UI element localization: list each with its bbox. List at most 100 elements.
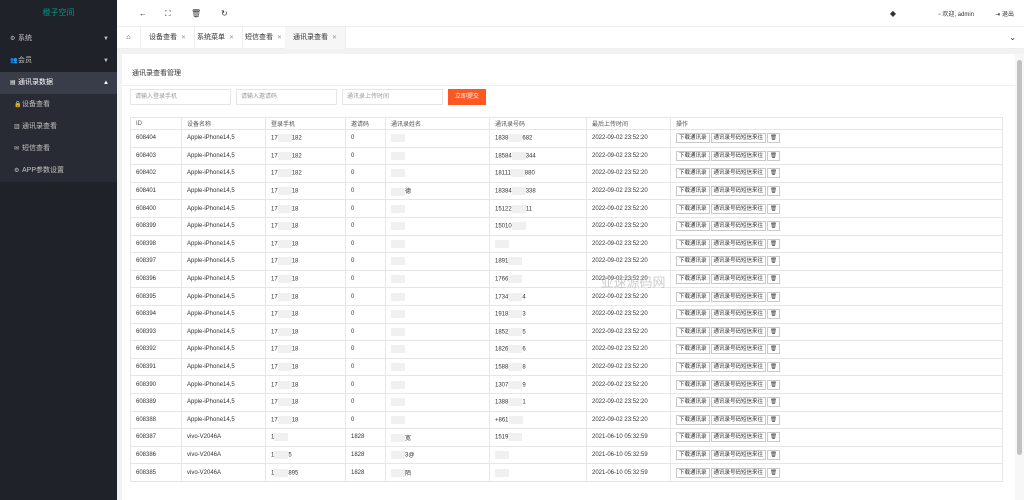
delete-button[interactable]: 🗑 [767,291,781,302]
contact-sms-button[interactable]: 通讯录号码短信来往 [710,467,767,478]
contact-sms-button[interactable]: 通讯录号码短信来往 [710,133,767,144]
contact-sms-button[interactable]: 通讯录号码短信来往 [710,256,767,267]
delete-button[interactable]: 🗑 [767,150,781,161]
contact-sms-button[interactable]: 通讯录号码短信来往 [710,186,767,197]
table-row: 608387 vivo-V2046A 1 1828 宽 1519 2021-06-10 05… [130,428,1003,447]
delete-button[interactable]: 🗑 [767,449,781,460]
table-cell: 德 [385,181,490,201]
download-contacts-button[interactable]: 下载通讯录 [676,133,710,144]
delete-button[interactable]: 🗑 [767,467,781,478]
close-icon[interactable]: ✕ [229,35,234,41]
tab-sms[interactable]: 短信查看 ✕ [237,27,292,49]
contact-sms-button[interactable]: 通讯录号码短信来往 [710,309,767,320]
tab-system-menu[interactable]: 系统菜单 ✕ [189,27,244,49]
sidebar-item-label: APP参数设置 [22,167,65,174]
download-contacts-button[interactable]: 下载通讯录 [676,256,710,267]
contact-sms-button[interactable]: 通讯录号码短信来往 [710,362,767,373]
contact-sms-button[interactable]: 通讯录号码短信来往 [710,168,767,179]
contact-sms-button[interactable]: 通讯录号码短信来往 [710,344,767,355]
scrollbar[interactable] [1015,54,1024,500]
download-contacts-button[interactable]: 下载通讯录 [676,221,710,232]
trash-icon[interactable]: 🗑 [191,9,201,18]
sidebar-item-members[interactable]: 👥会员 ▼ [0,50,117,72]
download-contacts-button[interactable]: 下载通讯录 [676,291,710,302]
download-contacts-button[interactable]: 下载通讯录 [676,203,710,214]
contact-sms-button[interactable]: 通讯录号码短信来往 [710,449,767,460]
delete-button[interactable]: 🗑 [767,203,781,214]
chevron-down-icon[interactable]: ⌄ [1009,33,1016,42]
download-contacts-button[interactable]: 下载通讯录 [676,274,710,285]
contact-sms-button[interactable]: 通讯录号码短信来往 [710,221,767,232]
download-contacts-button[interactable]: 下载通讯录 [676,432,710,443]
search-invite-input[interactable]: 请输入邀请码 [236,89,337,105]
user-menu[interactable]: ▫ 欢迎, admin [939,9,975,18]
delete-button[interactable]: 🗑 [767,362,781,373]
delete-button[interactable]: 🗑 [767,397,781,408]
sidebar-subitem-app-settings[interactable]: ⚙ APP参数设置 [0,160,117,182]
arrow-left-icon[interactable]: ← [139,9,147,18]
submit-button[interactable]: 立即提交 [448,89,486,105]
delete-button[interactable]: 🗑 [767,414,781,425]
contact-sms-button[interactable]: 通讯录号码短信来往 [710,291,767,302]
download-contacts-button[interactable]: 下载通讯录 [676,344,710,355]
download-contacts-button[interactable]: 下载通讯录 [676,238,710,249]
download-contacts-button[interactable]: 下载通讯录 [676,309,710,320]
close-icon[interactable]: ✕ [332,35,337,41]
contact-sms-button[interactable]: 通讯录号码短信来往 [710,326,767,337]
delete-button[interactable]: 🗑 [767,168,781,179]
table-cell [385,199,490,218]
refresh-icon[interactable]: ↻ [221,9,228,18]
table-cell: 1 895 [265,463,346,482]
delete-button[interactable]: 🗑 [767,344,781,355]
delete-button[interactable]: 🗑 [767,133,781,144]
delete-button[interactable]: 🗑 [767,309,781,320]
contact-sms-button[interactable]: 通讯录号码短信来往 [710,379,767,390]
download-contacts-button[interactable]: 下载通讯录 [676,362,710,373]
sidebar-item-contacts-data[interactable]: ▤ 通讯录数据 ▲ [0,72,117,94]
search-time-input[interactable]: 通讯录上传时间 [342,89,443,105]
delete-button[interactable]: 🗑 [767,221,781,232]
contact-sms-button[interactable]: 通讯录号码短信来往 [710,150,767,161]
search-phone-input[interactable]: 请输入登录手机 [130,89,231,105]
sidebar-subitem-device[interactable]: 🔒设备查看 [0,94,117,116]
logout-link[interactable]: ⇥ 退出 [995,9,1014,18]
close-icon[interactable]: ✕ [277,35,282,41]
download-contacts-button[interactable]: 下载通讯录 [676,168,710,179]
contact-sms-button[interactable]: 通讯录号码短信来往 [710,238,767,249]
sidebar-item-system[interactable]: ⚙ 系统 ▼ [0,28,117,50]
contact-sms-button[interactable]: 通讯录号码短信来往 [710,203,767,214]
download-contacts-button[interactable]: 下载通讯录 [676,326,710,337]
delete-button[interactable]: 🗑 [767,238,781,249]
contact-sms-button[interactable]: 通讯录号码短信来往 [710,432,767,443]
tag-icon[interactable]: ◆ [890,9,896,18]
delete-button[interactable]: 🗑 [767,186,781,197]
download-contacts-button[interactable]: 下载通讯录 [676,414,710,425]
table-cell: 0 [345,357,386,377]
contact-sms-button[interactable]: 通讯录号码短信来往 [710,397,767,408]
sidebar-subitem-sms[interactable]: ✉ 短信查看 [0,138,117,160]
table-cell: 608400 [130,199,182,218]
download-contacts-button[interactable]: 下载通讯录 [676,186,710,197]
contact-sms-button[interactable]: 通讯录号码短信来往 [710,414,767,425]
delete-button[interactable]: 🗑 [767,256,781,267]
tab-contacts[interactable]: 通讯录查看 ✕ [285,27,347,49]
download-contacts-button[interactable]: 下载通讯录 [676,379,710,390]
delete-button[interactable]: 🗑 [767,274,781,285]
tab-device[interactable]: 设备查看 ✕ [141,27,196,49]
table-cell: 1891 [489,252,587,271]
close-icon[interactable]: ✕ [181,35,186,41]
tab-home[interactable]: ⌂ [117,27,141,49]
download-contacts-button[interactable]: 下载通讯录 [676,449,710,460]
download-contacts-button[interactable]: 下载通讯录 [676,467,710,478]
download-contacts-button[interactable]: 下载通讯录 [676,397,710,408]
sidebar-subitem-contacts[interactable]: ▥ 通讯录查看 [0,116,117,138]
redaction [391,204,405,213]
delete-button[interactable]: 🗑 [767,379,781,390]
contact-sms-button[interactable]: 通讯录号码短信来往 [710,274,767,285]
scrollbar-thumb[interactable] [1017,60,1022,455]
sidebar-item-label: 会员 [18,57,32,64]
delete-button[interactable]: 🗑 [767,326,781,337]
download-contacts-button[interactable]: 下载通讯录 [676,150,710,161]
delete-button[interactable]: 🗑 [767,432,781,443]
fullscreen-icon[interactable]: ⛶ [165,9,171,19]
